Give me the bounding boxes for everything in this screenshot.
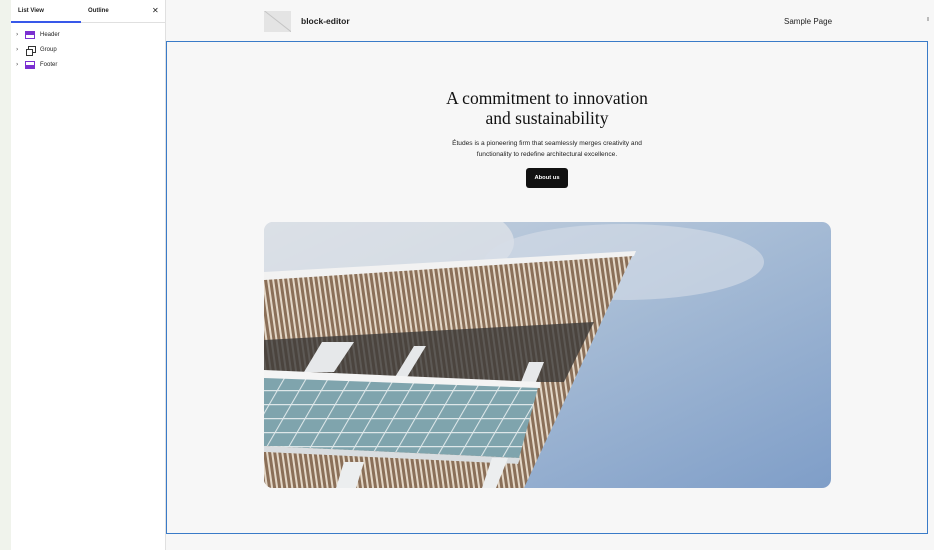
hero-heading-line: A commitment to innovation <box>446 88 648 108</box>
hero-heading-line: and sustainability <box>485 108 609 128</box>
tree-item-label: Footer <box>40 61 58 68</box>
hero-paragraph-line: Études is a pioneering firm that seamles… <box>452 140 642 147</box>
editor-canvas[interactable]: block-editor Sample Page A commitment to… <box>166 0 934 550</box>
tree-item-footer[interactable]: › Footer <box>11 57 166 72</box>
tree-item-label: Group <box>40 46 57 53</box>
tree-item-label: Header <box>40 31 60 38</box>
site-logo-placeholder[interactable] <box>264 11 291 32</box>
site-title[interactable]: block-editor <box>301 16 350 26</box>
hero-paragraph-line: functionality to redefine architectural … <box>476 151 618 158</box>
chevron-right-icon[interactable]: › <box>16 46 23 53</box>
hero-heading[interactable]: A commitment to innovation and sustainab… <box>377 88 717 128</box>
close-icon[interactable]: ✕ <box>152 6 159 15</box>
tree-item-header[interactable]: › Header <box>11 27 166 42</box>
active-tab-indicator <box>11 21 81 23</box>
site-header[interactable]: block-editor Sample Page <box>166 0 934 41</box>
block-tree: › Header › Group › Footer <box>11 27 166 72</box>
building-cover-image[interactable] <box>264 222 831 488</box>
group-block-icon <box>25 45 36 56</box>
about-us-button[interactable]: About us <box>526 168 568 188</box>
header-block-icon <box>25 30 35 39</box>
nav-link-sample-page[interactable]: Sample Page <box>784 17 832 26</box>
group-block-selected[interactable]: A commitment to innovation and sustainab… <box>166 41 928 534</box>
tab-outline[interactable]: Outline <box>88 8 109 14</box>
chevron-right-icon[interactable]: › <box>16 61 23 68</box>
list-view-panel: List View Outline ✕ › Header › Group › F… <box>11 0 166 550</box>
scroll-indicator <box>927 17 929 21</box>
chevron-right-icon[interactable]: › <box>16 31 23 38</box>
footer-block-icon <box>25 60 35 69</box>
tree-item-group[interactable]: › Group <box>11 42 166 57</box>
panel-tabs: List View Outline ✕ <box>11 0 165 23</box>
building-image <box>264 222 831 488</box>
tab-list-view[interactable]: List View <box>18 8 44 14</box>
hero-paragraph[interactable]: Études is a pioneering firm that seamles… <box>367 138 727 160</box>
